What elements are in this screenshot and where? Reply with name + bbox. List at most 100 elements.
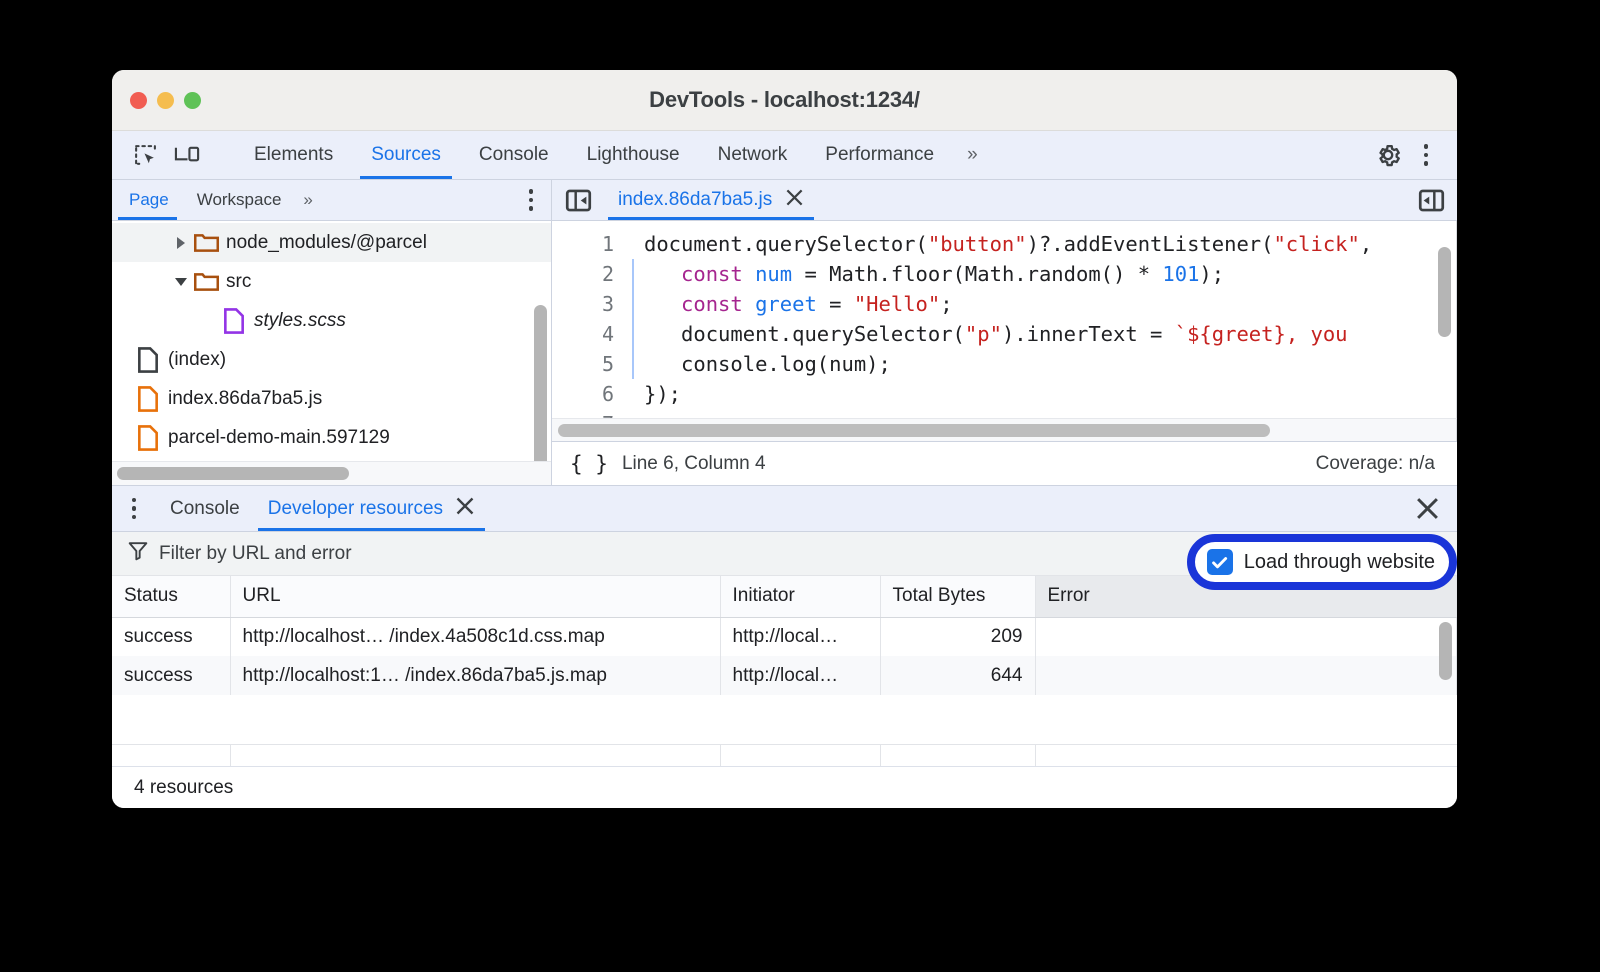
code-editor[interactable]: 1 document.querySelector("button")?.addEv… [552, 221, 1457, 418]
file-tree-horizontal-scrollbar-track[interactable] [112, 461, 551, 485]
line-number[interactable]: 5 [552, 349, 630, 379]
code-text[interactable]: console.log(num); [644, 349, 891, 379]
expand-sidebar-icon[interactable] [1405, 180, 1457, 220]
tab-lighthouse[interactable]: Lighthouse [568, 131, 699, 179]
tree-item-label: styles.scss [248, 310, 346, 332]
twisty-expanded-icon[interactable] [170, 278, 192, 286]
code-text[interactable]: const num = Math.floor(Math.random() * 1… [644, 259, 1224, 289]
editor-tabbar: index.86da7ba5.js [552, 180, 1457, 221]
resources-table-container[interactable]: Status URL Initiator Total Bytes Error s… [112, 576, 1457, 766]
tree-item-node-modules[interactable]: node_modules/@parcel [112, 223, 551, 262]
sources-panel: Page Workspace » [112, 180, 1457, 485]
drawer-tab-developer-resources[interactable]: Developer resources [254, 486, 489, 531]
tree-item-label: node_modules/@parcel [220, 232, 427, 254]
tab-label: Elements [254, 144, 333, 166]
line-number[interactable]: 2 [552, 259, 630, 289]
column-header-url[interactable]: URL [230, 576, 720, 617]
more-tabs-chevron-icon[interactable]: » [953, 131, 992, 179]
indent-guide [630, 319, 644, 349]
column-header-total-bytes[interactable]: Total Bytes [880, 576, 1035, 617]
load-through-website-label[interactable]: Load through website [1244, 551, 1435, 574]
editor-pane: index.86da7ba5.js 1documen [552, 180, 1457, 485]
tab-label: Performance [825, 144, 934, 166]
navigator-tab-workspace[interactable]: Workspace [183, 180, 296, 220]
devtools-window: DevTools - localhost:1234/ Elements Sour… [112, 70, 1457, 808]
file-tree-vertical-scrollbar[interactable] [534, 305, 547, 461]
tree-item-src[interactable]: src [112, 262, 551, 301]
column-header-initiator[interactable]: Initiator [720, 576, 880, 617]
table-row[interactable]: success http://localhost… /index.4a508c1… [112, 617, 1457, 656]
main-tabbar: Elements Sources Console Lighthouse Netw… [112, 131, 1457, 180]
table-vertical-scrollbar[interactable] [1439, 622, 1452, 680]
navigator-tabbar: Page Workspace » [112, 180, 551, 221]
line-number[interactable]: 6 [552, 379, 630, 409]
twisty-collapsed-icon[interactable] [170, 237, 192, 249]
resources-count-status: 4 resources [112, 766, 1457, 808]
file-tree-horizontal-scrollbar[interactable] [117, 467, 349, 480]
code-text[interactable]: const greet = "Hello"; [644, 289, 953, 319]
load-through-website-checkbox[interactable] [1207, 549, 1233, 575]
navigator-tab-label: Page [129, 190, 169, 210]
device-toolbar-icon[interactable] [168, 138, 206, 172]
code-content[interactable]: 1 document.querySelector("button")?.addEv… [552, 221, 1456, 418]
cell-url: http://localhost… /index.4a508c1d.css.ma… [230, 617, 720, 656]
tree-item-parcel-demo-main[interactable]: parcel-demo-main.597129 [112, 418, 551, 457]
indent-guide [630, 409, 644, 418]
cell-error [1035, 656, 1457, 695]
code-horizontal-scrollbar[interactable] [558, 424, 1270, 437]
code-text[interactable]: }); [644, 379, 681, 409]
filter-input[interactable]: Filter by URL and error [159, 543, 352, 565]
tree-item-index-js[interactable]: index.86da7ba5.js [112, 379, 551, 418]
navigator-pane: Page Workspace » [112, 180, 552, 485]
gear-icon[interactable] [1369, 138, 1407, 172]
code-vertical-scrollbar[interactable] [1438, 247, 1451, 337]
code-horizontal-scrollbar-track[interactable] [552, 418, 1457, 441]
line-number[interactable]: 7 [552, 409, 630, 418]
inspect-element-icon[interactable] [126, 138, 164, 172]
editor-tab-index-js[interactable]: index.86da7ba5.js [604, 180, 818, 220]
code-text[interactable]: document.querySelector("p").innerText = … [644, 319, 1348, 349]
line-number[interactable]: 1 [552, 229, 630, 259]
navigator-more-tabs-icon[interactable]: » [295, 180, 320, 220]
drawer-kebab-menu-icon[interactable] [112, 486, 156, 531]
collapse-sidebar-icon[interactable] [552, 180, 604, 220]
drawer-tab-console[interactable]: Console [156, 486, 254, 531]
code-line: 7 [552, 409, 1456, 418]
filter-bar: Filter by URL and error Load through web… [112, 532, 1457, 576]
column-header-status[interactable]: Status [112, 576, 230, 617]
close-icon[interactable] [785, 188, 804, 213]
tab-console[interactable]: Console [460, 131, 568, 179]
minimize-window-button[interactable] [157, 92, 174, 109]
maximize-window-button[interactable] [184, 92, 201, 109]
folder-icon [192, 271, 220, 292]
close-window-button[interactable] [130, 92, 147, 109]
table-row[interactable]: success http://localhost:1… /index.86da7… [112, 656, 1457, 695]
tab-sources[interactable]: Sources [352, 131, 460, 179]
code-line: 1 document.querySelector("button")?.addEv… [552, 229, 1456, 259]
tab-label: Console [479, 144, 549, 166]
line-number[interactable]: 4 [552, 319, 630, 349]
tab-network[interactable]: Network [699, 131, 807, 179]
folder-icon [192, 232, 220, 253]
file-tree[interactable]: node_modules/@parcel src [112, 221, 551, 461]
drawer-panel: Console Developer resources Filter by UR… [112, 485, 1457, 808]
navigator-tab-page[interactable]: Page [112, 180, 183, 220]
line-number[interactable]: 3 [552, 289, 630, 319]
tab-label: Sources [371, 144, 441, 166]
navigator-kebab-menu-icon[interactable] [511, 180, 551, 220]
kebab-menu-icon[interactable] [1407, 138, 1445, 172]
cell-initiator: http://local… [720, 617, 880, 656]
resources-table: Status URL Initiator Total Bytes Error s… [112, 576, 1457, 695]
indent-guide [630, 349, 644, 379]
pretty-print-icon[interactable]: { } [570, 452, 622, 476]
tree-item-label: src [220, 271, 251, 293]
tab-elements[interactable]: Elements [235, 131, 352, 179]
code-text[interactable]: document.querySelector("button")?.addEve… [644, 229, 1372, 259]
drawer-close-icon[interactable] [1397, 486, 1457, 531]
tab-performance[interactable]: Performance [806, 131, 953, 179]
tree-item-styles-scss[interactable]: styles.scss [112, 301, 551, 340]
tree-item-index[interactable]: (index) [112, 340, 551, 379]
code-line: 5 console.log(num); [552, 349, 1456, 379]
close-icon[interactable] [455, 496, 475, 522]
window-title: DevTools - localhost:1234/ [112, 87, 1457, 113]
